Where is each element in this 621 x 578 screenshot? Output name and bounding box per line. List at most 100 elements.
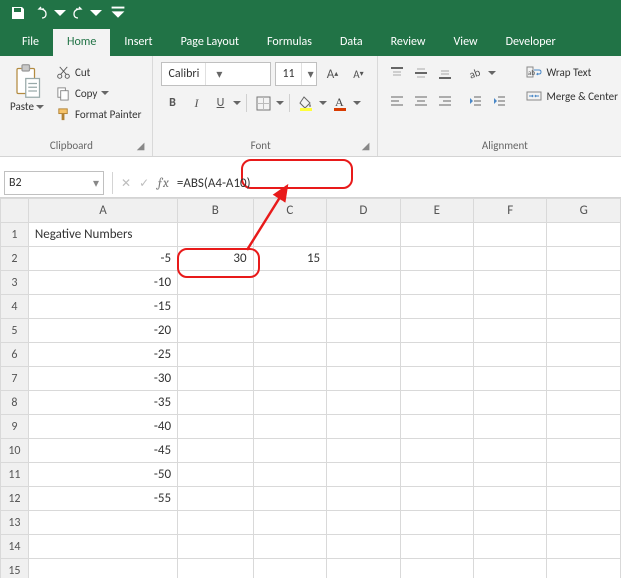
- cell[interactable]: [474, 511, 547, 535]
- worksheet-grid[interactable]: A B C D E F G 1Negative Numbers 2-53015 …: [0, 198, 621, 578]
- cell[interactable]: [327, 223, 400, 247]
- cell[interactable]: [474, 463, 547, 487]
- align-top-button[interactable]: [386, 62, 408, 84]
- italic-button[interactable]: I: [185, 92, 207, 114]
- cell[interactable]: [474, 391, 547, 415]
- underline-button[interactable]: U: [209, 92, 231, 114]
- cell[interactable]: [178, 415, 254, 439]
- merge-center-button[interactable]: Merge & Center: [523, 86, 621, 106]
- cell[interactable]: [327, 511, 400, 535]
- cell[interactable]: [474, 487, 547, 511]
- cell[interactable]: [474, 343, 547, 367]
- dialog-launcher-icon[interactable]: ◢: [137, 139, 147, 154]
- select-all-corner[interactable]: [1, 199, 29, 223]
- tab-file[interactable]: File: [8, 29, 53, 56]
- chevron-down-icon[interactable]: [319, 100, 327, 106]
- qat-customize-icon[interactable]: [106, 2, 130, 24]
- cell[interactable]: -35: [28, 391, 177, 415]
- align-left-button[interactable]: [386, 90, 408, 112]
- cell[interactable]: [327, 415, 400, 439]
- fx-icon[interactable]: ƒx: [157, 176, 169, 191]
- cell[interactable]: [547, 487, 621, 511]
- enter-formula-icon[interactable]: ✓: [139, 176, 149, 191]
- column-header[interactable]: F: [474, 199, 547, 223]
- tab-developer[interactable]: Developer: [492, 29, 570, 56]
- cell[interactable]: [547, 463, 621, 487]
- cell[interactable]: [327, 343, 400, 367]
- tab-page-layout[interactable]: Page Layout: [167, 29, 253, 56]
- cell[interactable]: [547, 343, 621, 367]
- undo-dropdown-icon[interactable]: [54, 2, 66, 24]
- cell[interactable]: -15: [28, 295, 177, 319]
- column-header[interactable]: B: [178, 199, 254, 223]
- row-header[interactable]: 14: [1, 535, 29, 559]
- cell[interactable]: [178, 223, 254, 247]
- cell[interactable]: [253, 511, 327, 535]
- cell[interactable]: -25: [28, 343, 177, 367]
- formula-input[interactable]: =ABS(A4-A10): [169, 172, 621, 194]
- cancel-formula-icon[interactable]: ✕: [121, 176, 131, 191]
- undo-icon[interactable]: [30, 2, 54, 24]
- cell[interactable]: [547, 391, 621, 415]
- redo-icon[interactable]: [66, 2, 90, 24]
- cell[interactable]: [400, 271, 473, 295]
- bold-button[interactable]: B: [161, 92, 183, 114]
- cell[interactable]: [547, 367, 621, 391]
- cell[interactable]: [547, 223, 621, 247]
- tab-home[interactable]: Home: [53, 29, 110, 56]
- name-box[interactable]: B2▾: [4, 171, 104, 195]
- cell[interactable]: [253, 295, 327, 319]
- cell[interactable]: 30: [178, 247, 254, 271]
- cell[interactable]: [327, 271, 400, 295]
- align-center-button[interactable]: [410, 90, 432, 112]
- font-name-combo[interactable]: Calibri▾: [161, 62, 271, 86]
- tab-formulas[interactable]: Formulas: [253, 29, 326, 56]
- row-header[interactable]: 3: [1, 271, 29, 295]
- chevron-down-icon[interactable]: [353, 100, 361, 106]
- cell[interactable]: [327, 559, 400, 578]
- cell[interactable]: [327, 487, 400, 511]
- cell[interactable]: [474, 367, 547, 391]
- cell[interactable]: [253, 415, 327, 439]
- cell[interactable]: [253, 439, 327, 463]
- cell[interactable]: [547, 319, 621, 343]
- column-header[interactable]: D: [327, 199, 400, 223]
- cell[interactable]: [178, 343, 254, 367]
- cell[interactable]: [474, 415, 547, 439]
- row-header[interactable]: 8: [1, 391, 29, 415]
- cell[interactable]: Negative Numbers: [28, 223, 177, 247]
- cell[interactable]: [253, 367, 327, 391]
- row-header[interactable]: 2: [1, 247, 29, 271]
- column-header[interactable]: A: [28, 199, 177, 223]
- cell[interactable]: [28, 535, 177, 559]
- align-middle-button[interactable]: [410, 62, 432, 84]
- cell[interactable]: [400, 559, 473, 578]
- cell[interactable]: [253, 463, 327, 487]
- cell[interactable]: [327, 535, 400, 559]
- cell[interactable]: -50: [28, 463, 177, 487]
- cell[interactable]: [400, 487, 473, 511]
- cell[interactable]: [400, 367, 473, 391]
- cell[interactable]: [474, 223, 547, 247]
- cell[interactable]: -55: [28, 487, 177, 511]
- cell[interactable]: [400, 343, 473, 367]
- row-header[interactable]: 15: [1, 559, 29, 578]
- cell[interactable]: -40: [28, 415, 177, 439]
- row-header[interactable]: 9: [1, 415, 29, 439]
- cell[interactable]: [474, 535, 547, 559]
- cell[interactable]: [253, 223, 327, 247]
- cell[interactable]: -20: [28, 319, 177, 343]
- cell[interactable]: [547, 439, 621, 463]
- align-bottom-button[interactable]: [434, 62, 456, 84]
- cell[interactable]: 15: [253, 247, 327, 271]
- cut-button[interactable]: Cut: [52, 62, 144, 82]
- cell[interactable]: [327, 367, 400, 391]
- cell[interactable]: [474, 247, 547, 271]
- font-color-button[interactable]: A: [329, 92, 351, 114]
- chevron-down-icon[interactable]: [488, 70, 496, 76]
- row-header[interactable]: 10: [1, 439, 29, 463]
- cell[interactable]: [400, 295, 473, 319]
- column-header[interactable]: E: [400, 199, 473, 223]
- cell[interactable]: -10: [28, 271, 177, 295]
- cell[interactable]: [547, 559, 621, 578]
